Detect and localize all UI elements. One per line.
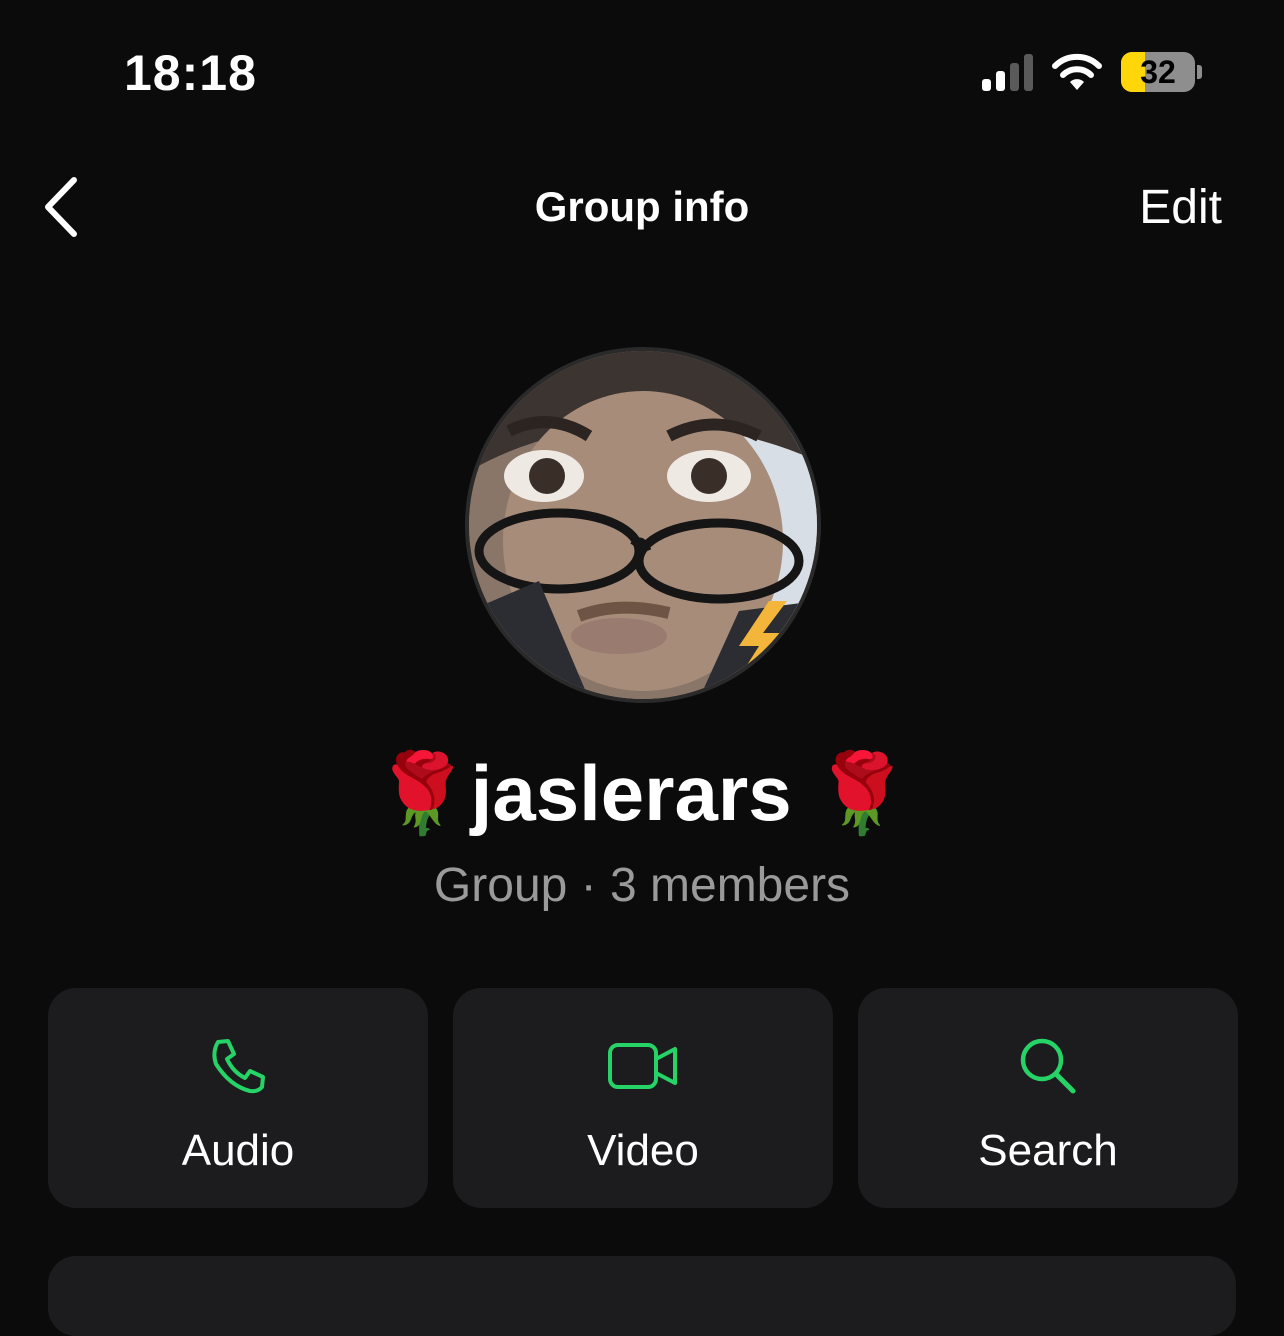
wifi-icon [1052, 53, 1102, 90]
battery-tip [1197, 65, 1202, 79]
group-subtitle: Group · 3 members [433, 859, 851, 912]
status-time: 18:18 [124, 45, 257, 101]
avatar-photo [469, 351, 817, 699]
audio-label: Audio [181, 1126, 295, 1175]
action-row: Audio Video Search [48, 988, 1238, 1208]
group-avatar[interactable] [465, 347, 821, 703]
video-label: Video [587, 1126, 699, 1175]
battery-icon: 32 [1121, 52, 1195, 92]
search-label: Search [978, 1126, 1118, 1175]
phone-icon [212, 1039, 265, 1094]
search-icon [1020, 1038, 1076, 1094]
cellular-signal-icon [982, 53, 1033, 91]
page-title: Group info [534, 183, 750, 230]
group-name: 🌹jaslerars 🌹 [373, 749, 911, 837]
status-indicators: 32 [982, 52, 1202, 92]
video-call-button[interactable]: Video [453, 988, 833, 1208]
video-camera-icon [608, 1043, 677, 1089]
audio-call-button[interactable]: Audio [48, 988, 428, 1208]
battery-level: 32 [1140, 53, 1176, 90]
search-button[interactable]: Search [858, 988, 1238, 1208]
group-details-card [48, 1256, 1236, 1336]
edit-button[interactable]: Edit [1139, 180, 1222, 235]
